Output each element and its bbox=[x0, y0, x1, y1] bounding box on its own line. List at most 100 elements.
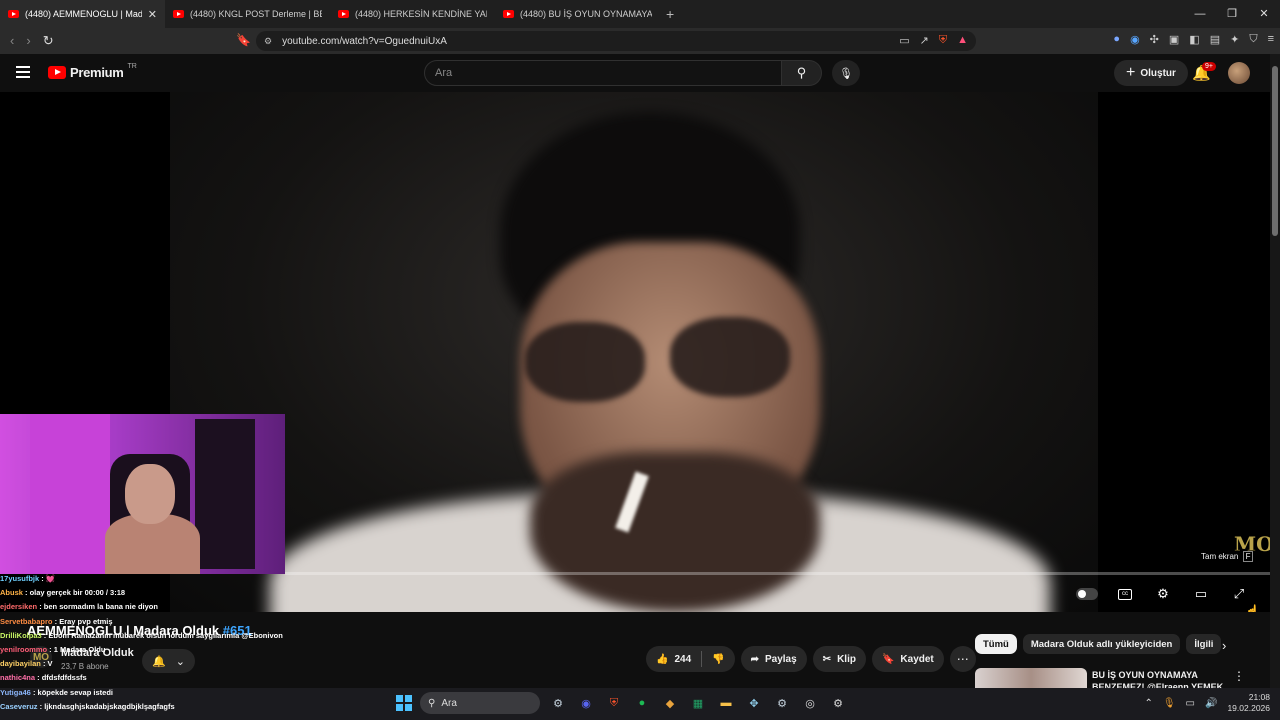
maximize-icon[interactable]: ❐ bbox=[1216, 0, 1248, 28]
back-icon[interactable]: ‹ bbox=[10, 33, 14, 49]
plus-icon: + bbox=[1126, 64, 1136, 81]
chat-message: ljkndasghjskadabjskagdbjklşagfagfs bbox=[44, 701, 175, 711]
windows-start-icon[interactable] bbox=[396, 695, 412, 711]
clock[interactable]: 21:08 19.02.2026 bbox=[1227, 692, 1270, 714]
rewards-icon[interactable]: ▲ bbox=[957, 34, 968, 47]
brave-icon[interactable]: ⛨ bbox=[604, 693, 624, 713]
browser-tab[interactable]: (4480) HERKESİN KENDİNE YAKIŞAN bbox=[330, 0, 495, 28]
dislike-button[interactable]: 👎 bbox=[702, 646, 734, 672]
file-explorer-icon[interactable]: ▬ bbox=[716, 693, 736, 713]
excel-icon[interactable]: ▦ bbox=[688, 693, 708, 713]
clip-button[interactable]: ✂ Klip bbox=[812, 646, 866, 672]
chat-line: Yutiga46 : köpekde sevap istedi bbox=[0, 687, 113, 697]
youtube-favicon-icon bbox=[503, 10, 514, 18]
chip-all[interactable]: Tümü bbox=[975, 634, 1017, 654]
more-actions-button[interactable]: ⋯ bbox=[949, 646, 976, 672]
close-tab-icon[interactable]: ✕ bbox=[148, 8, 157, 21]
fullscreen-icon: ⤢ bbox=[1233, 586, 1245, 601]
bookmark-icon[interactable]: 🔖 bbox=[236, 33, 251, 47]
url-field[interactable]: ⚙ youtube.com/watch?v=OguednuiUxA ▭ ↗ ⛨ … bbox=[256, 31, 976, 51]
chat-line: ejdersiken : ben sormadım la bana nie di… bbox=[0, 602, 158, 612]
tab-label: (4480) BU İŞ OYUN OYNAMAYA BENZ bbox=[520, 9, 652, 19]
new-tab-icon[interactable]: + bbox=[666, 6, 674, 22]
theater-icon: ▭ bbox=[1194, 586, 1208, 601]
wallet-icon[interactable]: ▤ bbox=[1210, 33, 1220, 46]
volume-icon[interactable]: 🔊 bbox=[1205, 698, 1217, 709]
recommended-title[interactable]: BU İŞ OYUN OYNAMAYA BENZEMEZ! @Elraenn Y… bbox=[1092, 669, 1232, 689]
youtube-logo[interactable]: Premium TR bbox=[48, 63, 137, 80]
chat-user: nathic4na bbox=[0, 673, 36, 683]
screenshot-icon[interactable]: ▣ bbox=[1169, 33, 1179, 46]
sidebar-toggle-icon[interactable]: ◧ bbox=[1189, 33, 1199, 46]
share-page-icon[interactable]: ↗ bbox=[920, 34, 929, 47]
app-icon[interactable]: ◆ bbox=[660, 693, 680, 713]
browser-tab[interactable]: (4480) AEMMENOGLU | Madara ✕ bbox=[0, 0, 165, 28]
video-thumbnail[interactable] bbox=[975, 668, 1087, 688]
chip-label: Tümü bbox=[983, 638, 1009, 650]
like-button[interactable]: 👍 244 bbox=[646, 646, 701, 672]
cast-icon[interactable]: ▭ bbox=[899, 34, 909, 47]
thumbs-down-icon: 👎 bbox=[712, 653, 725, 665]
vpn-icon[interactable]: ⛉ bbox=[1249, 33, 1257, 46]
microphone-icon[interactable]: 🎙 bbox=[1163, 698, 1176, 709]
voice-search-button[interactable]: 🎙 bbox=[832, 60, 860, 86]
toggle-icon bbox=[1076, 588, 1098, 600]
puzzle-icon[interactable]: ✣ bbox=[1150, 33, 1159, 46]
menu-icon[interactable]: ≡ bbox=[1268, 33, 1274, 46]
theater-mode-button[interactable]: ▭ bbox=[1190, 586, 1212, 602]
chat-user: Caseveruz bbox=[0, 701, 38, 711]
site-info-icon[interactable]: ⚙ bbox=[264, 36, 272, 47]
youtube-favicon-icon bbox=[173, 10, 184, 18]
brave-shield-icon[interactable]: ⛨ bbox=[939, 34, 947, 47]
more-options-icon[interactable]: ⋮ bbox=[1233, 669, 1245, 683]
leo-icon[interactable]: ✦ bbox=[1230, 33, 1239, 46]
browser-tab[interactable]: (4480) KNGL POST Derleme | BES - Y bbox=[165, 0, 330, 28]
reload-icon[interactable]: ↻ bbox=[43, 33, 54, 49]
chip-from-uploader[interactable]: Madara Olduk adlı yükleyiciden bbox=[1022, 634, 1181, 654]
video-content bbox=[530, 452, 820, 612]
settings-icon[interactable]: ⚙ bbox=[828, 693, 848, 713]
recommended-video[interactable]: BU İŞ OYUN OYNAMAYA BENZEMEZ! @Elraenn Y… bbox=[975, 668, 1265, 689]
autoplay-toggle[interactable] bbox=[1076, 586, 1098, 602]
settings-button[interactable]: ⚙ bbox=[1152, 586, 1174, 602]
create-button[interactable]: + Oluştur bbox=[1114, 60, 1188, 86]
chevron-right-icon[interactable]: › bbox=[1222, 638, 1226, 653]
close-window-icon[interactable]: ✕ bbox=[1248, 0, 1280, 28]
extension-icon[interactable]: ● bbox=[1113, 33, 1120, 46]
bookmark-icon: 🔖 bbox=[881, 653, 895, 665]
steam-icon[interactable]: ⚙ bbox=[548, 693, 568, 713]
avatar[interactable] bbox=[1228, 62, 1250, 84]
taskbar-search[interactable]: ⚲ Ara bbox=[420, 692, 540, 714]
date: 19.02.2026 bbox=[1227, 703, 1270, 713]
chat-line: Servetbabapro : Eray pvp etmiş bbox=[0, 616, 113, 626]
share-button[interactable]: ➦ Paylaş bbox=[740, 646, 807, 672]
obs-icon[interactable]: ◎ bbox=[800, 693, 820, 713]
save-button[interactable]: 🔖 Kaydet bbox=[871, 646, 944, 672]
like-dislike-group: 👍 244 👎 bbox=[646, 646, 735, 672]
extension-icon[interactable]: ◉ bbox=[1130, 33, 1140, 46]
chevron-up-icon[interactable]: ⌃ bbox=[1144, 698, 1152, 709]
search-input[interactable]: Ara bbox=[424, 60, 782, 86]
search-button[interactable]: ⚲ bbox=[782, 60, 822, 86]
page-scrollbar[interactable] bbox=[1270, 54, 1280, 688]
steam-icon[interactable]: ⚙ bbox=[772, 693, 792, 713]
progress-bar[interactable] bbox=[285, 572, 1270, 575]
subtitles-button[interactable]: cc bbox=[1114, 586, 1136, 602]
scrollbar-thumb[interactable] bbox=[1272, 66, 1278, 236]
spotify-icon[interactable]: ● bbox=[632, 693, 652, 713]
search-icon: ⚲ bbox=[428, 697, 436, 709]
hamburger-menu-icon[interactable] bbox=[16, 66, 30, 78]
minimize-icon[interactable]: — bbox=[1184, 0, 1216, 28]
chat-line: DrilliKolpa3 : Ebom Ramazanın mübarek ol… bbox=[0, 630, 283, 640]
save-label: Kaydet bbox=[900, 653, 934, 665]
video-player[interactable]: MO Tam ekran F cc ⚙ ▭ ⤢ ☝ bbox=[0, 92, 1270, 612]
fullscreen-button[interactable]: ⤢ bbox=[1228, 586, 1250, 602]
chip-related[interactable]: İlgili bbox=[1186, 634, 1222, 654]
discord-icon[interactable]: ◉ bbox=[576, 693, 596, 713]
browser-tab[interactable]: (4480) BU İŞ OYUN OYNAMAYA BENZ bbox=[495, 0, 660, 28]
system-tray: ⌃ 🎙 ▭ 🔊 21:08 19.02.2026 bbox=[1144, 692, 1270, 714]
video-content bbox=[670, 317, 790, 397]
display-icon[interactable]: ▭ bbox=[1186, 698, 1195, 709]
app-icon[interactable]: ✥ bbox=[744, 693, 764, 713]
forward-icon[interactable]: › bbox=[26, 33, 30, 49]
